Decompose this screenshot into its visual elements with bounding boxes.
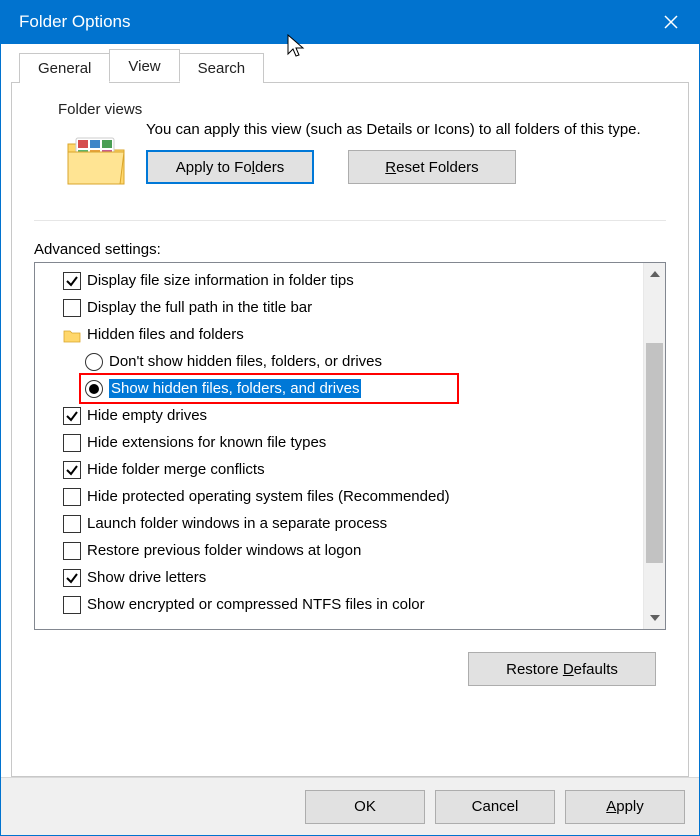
reset-folders-button[interactable]: Reset Folders xyxy=(348,150,516,184)
checkbox-icon xyxy=(63,407,81,425)
scrollbar-track[interactable] xyxy=(644,285,665,607)
close-button[interactable] xyxy=(643,0,699,44)
restore-defaults-button[interactable]: Restore Defaults xyxy=(468,652,656,686)
scrollbar[interactable] xyxy=(643,263,665,629)
checkbox-icon xyxy=(63,542,81,560)
folder-views-label: Folder views xyxy=(58,101,666,118)
reset-folders-label: Reset Folders xyxy=(385,159,478,176)
tree-item[interactable]: Display the full path in the title bar xyxy=(35,294,643,321)
checkbox-icon xyxy=(63,488,81,506)
folder-icon xyxy=(64,128,128,192)
chevron-down-icon xyxy=(650,615,660,621)
scrollbar-thumb[interactable] xyxy=(646,343,663,563)
tree-item-label: Show drive letters xyxy=(87,569,206,586)
tree-item[interactable]: Hide protected operating system files (R… xyxy=(35,483,643,510)
tree-item-label: Hide empty drives xyxy=(87,407,207,424)
radio-icon xyxy=(85,353,103,371)
folder-options-dialog: Folder Options General View Search Folde… xyxy=(0,0,700,836)
dialog-footer: OK Cancel Apply xyxy=(1,777,699,835)
checkbox-icon xyxy=(63,461,81,479)
tree-item[interactable]: Restore previous folder windows at logon xyxy=(35,537,643,564)
advanced-settings-label: Advanced settings: xyxy=(34,241,666,258)
tree-item-label: Don't show hidden files, folders, or dri… xyxy=(109,353,382,370)
apply-label: Apply xyxy=(606,798,644,815)
checkbox-icon xyxy=(63,569,81,587)
tree-item[interactable]: Launch folder windows in a separate proc… xyxy=(35,510,643,537)
apply-button[interactable]: Apply xyxy=(565,790,685,824)
tree-item-label: Hide extensions for known file types xyxy=(87,434,326,451)
checkbox-icon xyxy=(63,299,81,317)
scroll-up-button[interactable] xyxy=(644,263,665,285)
tree-item[interactable]: Show encrypted or compressed NTFS files … xyxy=(35,591,643,618)
checkbox-icon xyxy=(63,596,81,614)
checkbox-icon xyxy=(63,515,81,533)
separator xyxy=(34,220,666,221)
tree-item[interactable]: Hide folder merge conflicts xyxy=(35,456,643,483)
tab-strip: General View Search xyxy=(19,50,689,82)
chevron-up-icon xyxy=(650,271,660,277)
advanced-settings-tree: Display file size information in folder … xyxy=(34,262,666,630)
tree-item[interactable]: Hidden files and folders xyxy=(35,321,643,348)
tree-item-label: Restore previous folder windows at logon xyxy=(87,542,361,559)
tree-item-label: Show encrypted or compressed NTFS files … xyxy=(87,596,425,613)
tab-search[interactable]: Search xyxy=(179,53,265,83)
tree-item[interactable]: Show drive letters xyxy=(35,564,643,591)
ok-button[interactable]: OK xyxy=(305,790,425,824)
tree-item-label: Launch folder windows in a separate proc… xyxy=(87,515,387,532)
tree-item[interactable]: Display file size information in folder … xyxy=(35,267,643,294)
tree-item-label: Hide protected operating system files (R… xyxy=(87,488,450,505)
restore-defaults-label: Restore Defaults xyxy=(506,661,618,678)
apply-to-folders-label: Apply to Folders xyxy=(176,159,284,176)
tab-view[interactable]: View xyxy=(109,49,179,82)
tab-general[interactable]: General xyxy=(19,53,110,83)
view-panel: Folder views You can apply this view (su… xyxy=(11,82,689,777)
cancel-button[interactable]: Cancel xyxy=(435,790,555,824)
tree-item-label: Show hidden files, folders, and drives xyxy=(109,379,361,398)
radio-icon xyxy=(85,380,103,398)
tree-item[interactable]: Don't show hidden files, folders, or dri… xyxy=(35,348,643,375)
apply-to-folders-button[interactable]: Apply to Folders xyxy=(146,150,314,184)
tree-item[interactable]: Hide empty drives xyxy=(35,402,643,429)
dialog-title: Folder Options xyxy=(19,12,643,32)
tree-item-label: Hide folder merge conflicts xyxy=(87,461,265,478)
close-icon xyxy=(664,15,678,29)
titlebar[interactable]: Folder Options xyxy=(1,0,699,44)
tree-item[interactable]: Hide extensions for known file types xyxy=(35,429,643,456)
checkbox-icon xyxy=(63,272,81,290)
checkbox-icon xyxy=(63,434,81,452)
folder-views-desc: You can apply this view (such as Details… xyxy=(146,120,656,140)
tree-item-label: Hidden files and folders xyxy=(87,326,244,343)
tree-item-label: Display the full path in the title bar xyxy=(87,299,312,316)
tree-item[interactable]: Show hidden files, folders, and drives xyxy=(35,375,643,402)
scroll-down-button[interactable] xyxy=(644,607,665,629)
tree-item-label: Display file size information in folder … xyxy=(87,272,354,289)
